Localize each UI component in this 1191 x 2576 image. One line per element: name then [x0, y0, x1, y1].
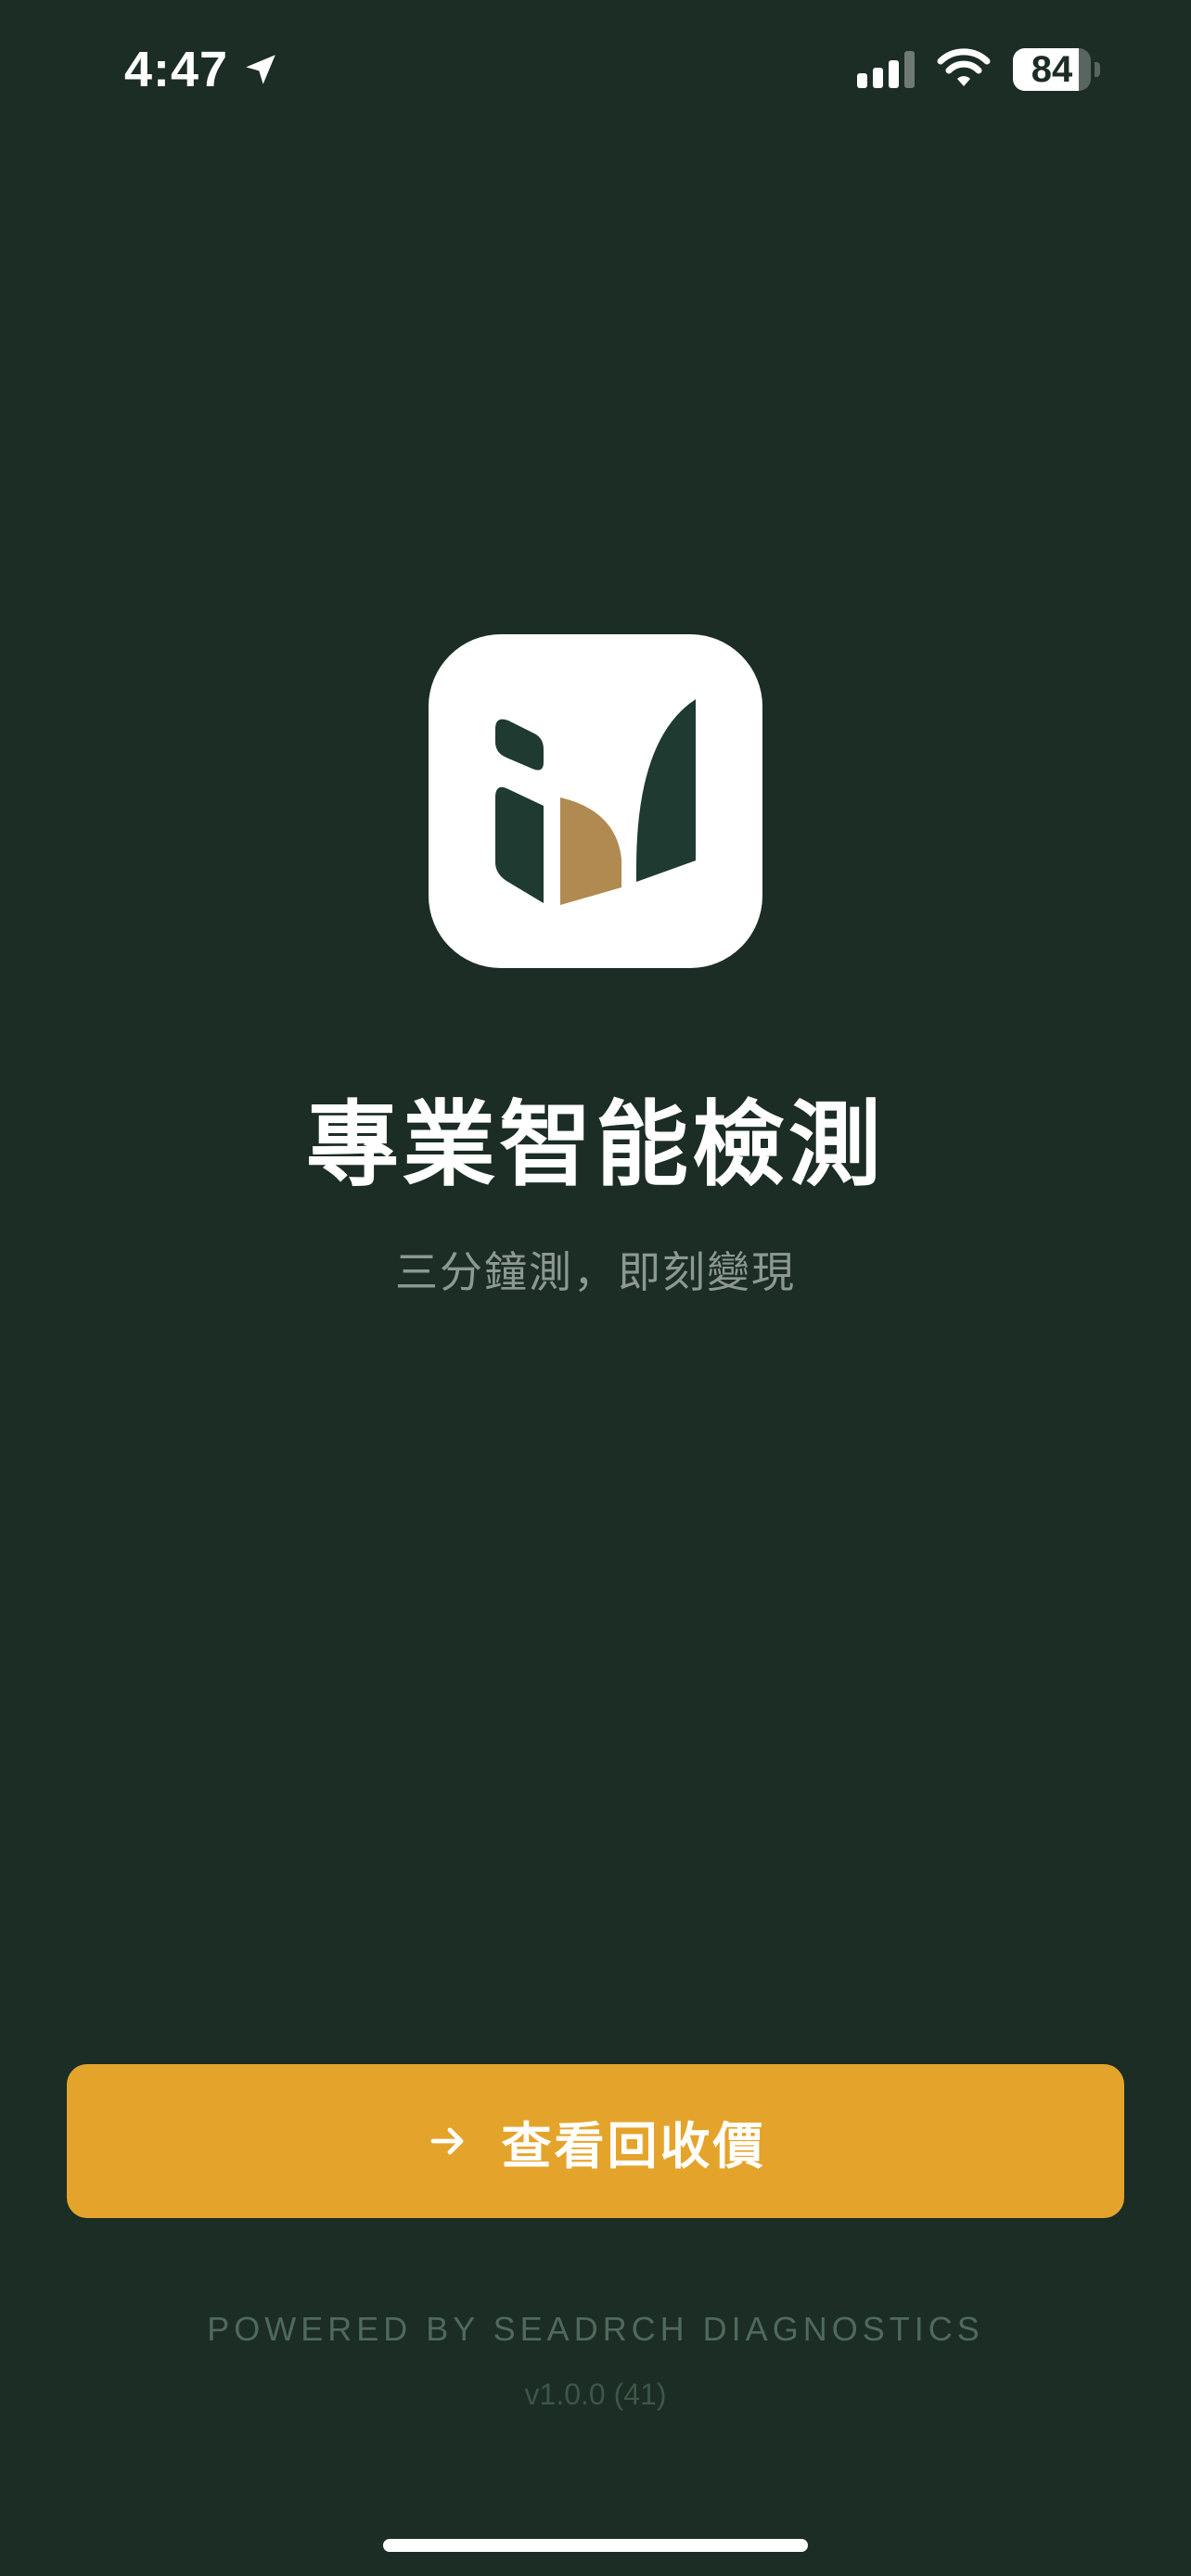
app-logo	[429, 634, 762, 968]
time-label: 4:47	[124, 42, 229, 97]
app-logo-icon	[495, 699, 696, 905]
battery-level: 84	[1031, 48, 1073, 90]
wifi-icon	[937, 47, 991, 92]
arrow-right-icon	[426, 2119, 470, 2163]
home-indicator[interactable]	[383, 2539, 808, 2552]
powered-by-label: POWERED BY SEADRCH DIAGNOSTICS	[207, 2310, 984, 2348]
version-label: v1.0.0 (41)	[524, 2378, 667, 2411]
signal-icon	[857, 51, 915, 88]
status-bar-time: 4:47	[124, 37, 280, 102]
status-bar-indicators: 84	[857, 41, 1100, 98]
location-arrow-icon	[241, 50, 280, 89]
page-title: 專業智能檢測	[306, 1090, 885, 1199]
view-recycle-price-button[interactable]: 查看回收價	[67, 2064, 1124, 2218]
cta-label: 查看回收價	[501, 2116, 766, 2175]
battery-icon: 84	[1013, 48, 1100, 91]
page-subtitle: 三分鐘測，即刻變現	[395, 1247, 796, 1297]
